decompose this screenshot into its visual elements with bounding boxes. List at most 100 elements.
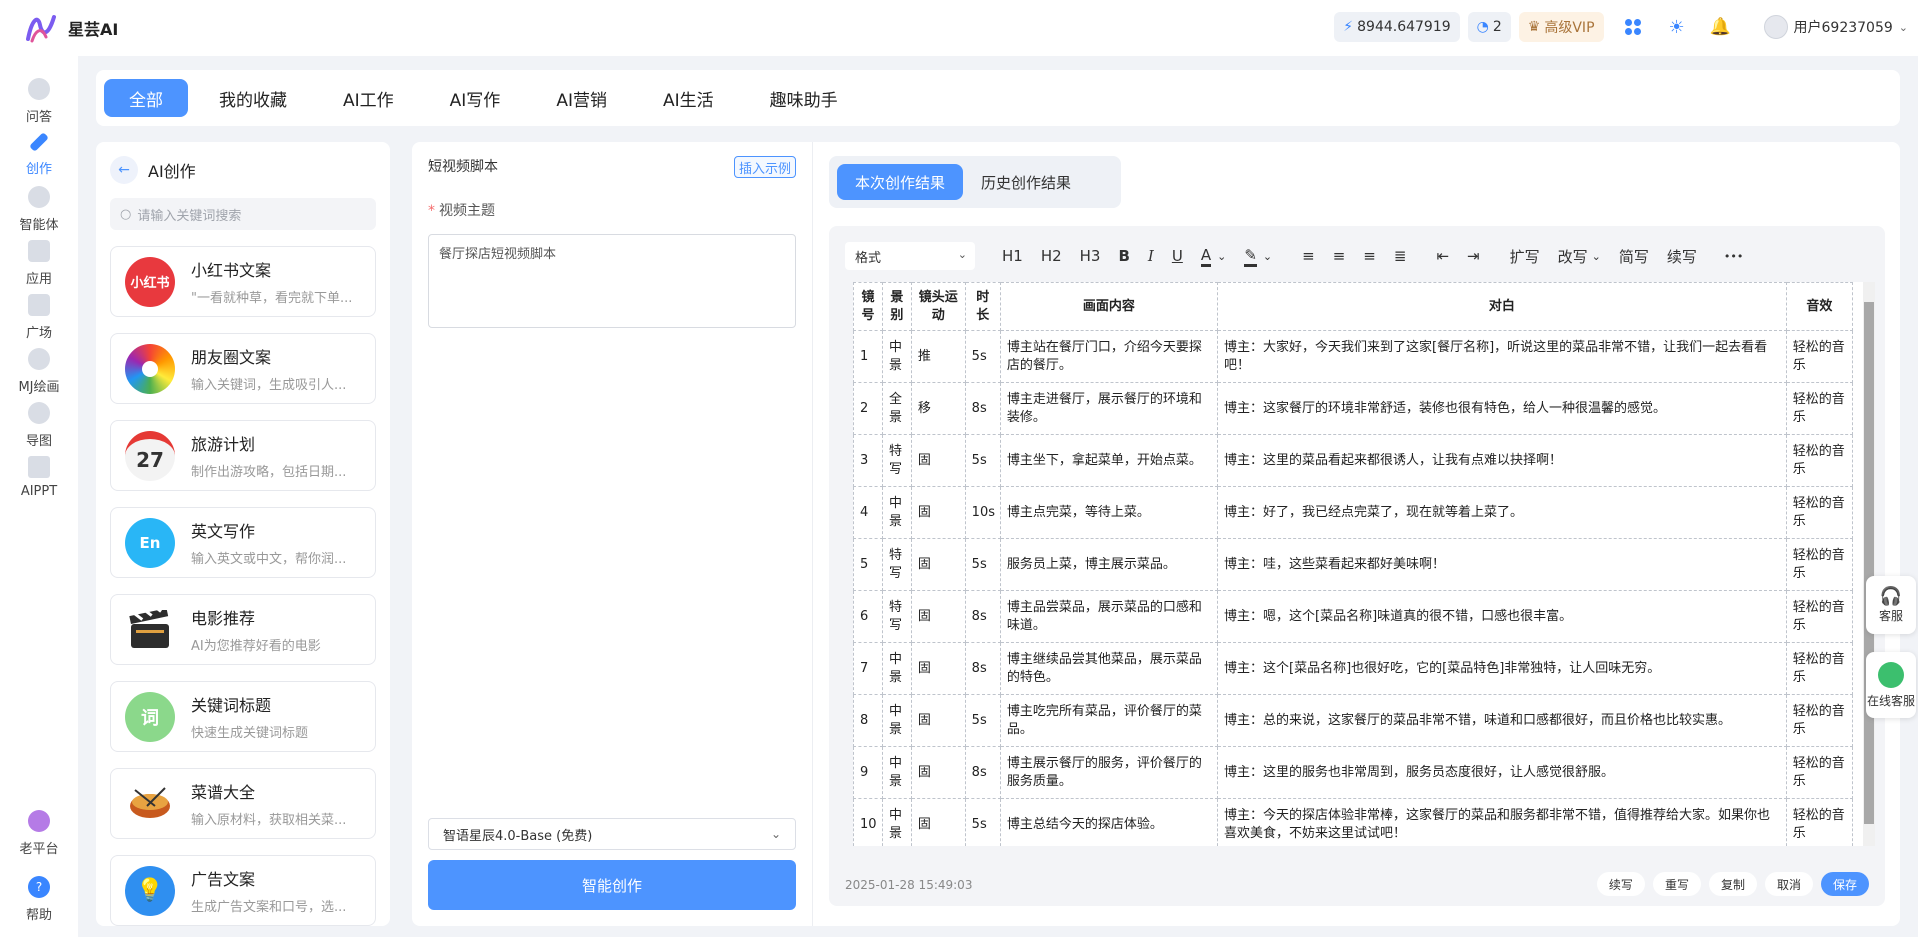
template-card[interactable]: 小红书 小红书文案 "一看就种草，看完就下单... [110,246,376,317]
tab-ai-life[interactable]: AI生活 [638,79,739,117]
nav-square[interactable]: 广场 [0,294,78,341]
back-arrow-icon[interactable]: ← [110,156,138,184]
table-cell[interactable]: 9 [853,746,883,799]
nav-mindmap[interactable]: 导图 [0,402,78,449]
table-cell[interactable]: 5s [964,798,1001,846]
table-cell[interactable]: 5s [964,538,1001,591]
table-cell[interactable]: 5s [964,434,1001,487]
count-chip[interactable]: ◔ 2 [1467,12,1511,42]
model-select[interactable]: 智语星辰4.0-Base (免费) ⌄ [428,818,796,850]
table-cell[interactable]: 博主点完菜，等待上菜。 [999,486,1219,539]
outdent-icon[interactable]: ⇤ [1436,247,1449,265]
table-cell[interactable]: 轻松的音乐 [1785,642,1854,695]
table-cell[interactable]: 博主继续品尝其他菜品，展示菜品的特色。 [999,642,1219,695]
regenerate-button[interactable]: 重写 [1652,872,1701,896]
tab-favorites[interactable]: 我的收藏 [194,79,312,117]
table-cell[interactable]: 8 [853,694,883,747]
table-cell[interactable]: 8s [964,382,1001,435]
generate-button[interactable]: 智能创作 [428,860,796,910]
user-menu[interactable]: 用户69237059 ⌄ [1763,15,1908,39]
logo[interactable]: 星芸AI [24,11,118,45]
table-cell[interactable]: 2 [853,382,883,435]
table-cell[interactable]: 固 [910,694,966,747]
apps-grid-icon[interactable] [1618,12,1648,42]
table-cell[interactable]: 博主吃完所有菜品，评价餐厅的菜品。 [999,694,1219,747]
template-card[interactable]: 朋友圈文案 输入关键词，生成吸引人... [110,333,376,404]
table-cell[interactable]: 特写 [881,590,912,643]
font-color-button[interactable]: A ⌄ [1200,246,1226,267]
table-cell[interactable]: 轻松的音乐 [1785,590,1854,643]
table-cell[interactable]: 博主坐下，拿起菜单，开始点菜。 [999,434,1219,487]
table-cell[interactable]: 博主：这个[菜品名称]也很好吃，它的[菜品特色]非常独特，让人回味无穷。 [1217,642,1787,695]
search-input[interactable]: ○ 请输入关键词搜索 [110,198,376,230]
vip-badge[interactable]: ♛ 高级VIP [1518,12,1604,42]
table-cell[interactable]: 特写 [881,434,912,487]
table-cell[interactable]: 轻松的音乐 [1785,798,1854,846]
table-cell[interactable]: 特写 [881,538,912,591]
table-cell[interactable]: 5 [853,538,883,591]
customer-service-button[interactable]: 🎧 客服 [1866,576,1916,634]
table-cell[interactable]: 博主站在餐厅门口，介绍今天要探店的餐厅。 [999,330,1219,383]
insert-example-button[interactable]: 插入示例 [733,156,796,178]
table-cell[interactable]: 博主：总的来说，这家餐厅的菜品非常不错，味道和口感都很好，而且价格也比较实惠。 [1217,694,1787,747]
table-cell[interactable]: 3 [853,434,883,487]
format-select[interactable]: 格式 ⌄ [845,242,975,270]
table-cell[interactable]: 博主：好了，我已经点完菜了，现在就等着上菜了。 [1217,486,1787,539]
table-cell[interactable]: 固 [910,434,966,487]
table-cell[interactable]: 中景 [881,642,912,695]
table-scrollbar[interactable] [1863,282,1875,846]
table-cell[interactable]: 博主品尝菜品，展示菜品的口感和味道。 [999,590,1219,643]
table-cell[interactable]: 博主总结今天的探店体验。 [999,798,1219,846]
table-cell[interactable]: 中景 [881,746,912,799]
heading2-button[interactable]: H2 [1041,247,1062,265]
expand-button[interactable]: 扩写 [1510,246,1540,267]
table-cell[interactable]: 轻松的音乐 [1785,746,1854,799]
align-right-icon[interactable]: ≡ [1363,247,1376,265]
tab-history-result[interactable]: 历史创作结果 [963,164,1089,200]
table-cell[interactable]: 7 [853,642,883,695]
bold-button[interactable]: B [1118,247,1129,265]
table-cell[interactable]: 5s [964,694,1001,747]
table-cell[interactable]: 固 [910,538,966,591]
align-left-icon[interactable]: ≡ [1302,247,1315,265]
table-cell[interactable]: 移 [910,382,966,435]
nav-create[interactable]: 创作 [0,132,78,177]
tab-current-result[interactable]: 本次创作结果 [837,164,964,200]
table-cell[interactable]: 轻松的音乐 [1785,486,1854,539]
table-cell[interactable]: 博主：今天的探店体验非常棒，这家餐厅的菜品和服务都非常不错，值得推荐给大家。如果… [1217,798,1787,846]
table-cell[interactable]: 4 [853,486,883,539]
continue-button[interactable]: 续写 [1667,246,1697,267]
nav-help[interactable]: ? 帮助 [0,876,78,923]
nav-aippt[interactable]: AIPPT [0,456,78,499]
table-cell[interactable]: 中景 [881,330,912,383]
save-button[interactable]: 保存 [1820,872,1869,896]
theme-sun-icon[interactable]: ☀ [1662,12,1692,42]
table-cell[interactable]: 博主：大家好，今天我们来到了这家[餐厅名称]，听说这里的菜品非常不错，让我们一起… [1217,330,1787,383]
table-cell[interactable]: 博主：这里的服务也非常周到，服务员态度很好，让人感觉很舒服。 [1217,746,1787,799]
nav-qa[interactable]: 问答 [0,78,78,125]
align-center-icon[interactable]: ≡ [1333,247,1346,265]
heading1-button[interactable]: H1 [1002,247,1023,265]
table-cell[interactable]: 10s [964,486,1001,539]
heading3-button[interactable]: H3 [1080,247,1101,265]
tab-ai-work[interactable]: AI工作 [318,79,419,117]
rewrite-button[interactable]: 改写 ⌄ [1558,246,1601,267]
table-cell[interactable]: 服务员上菜，博主展示菜品。 [999,538,1219,591]
table-cell[interactable]: 5s [964,330,1001,383]
table-cell[interactable]: 轻松的音乐 [1785,382,1854,435]
table-cell[interactable]: 中景 [881,486,912,539]
table-cell[interactable]: 固 [910,642,966,695]
table-cell[interactable]: 固 [910,486,966,539]
table-cell[interactable]: 轻松的音乐 [1785,538,1854,591]
notification-bell-icon[interactable]: 🔔 [1706,12,1736,42]
tab-fun-assistant[interactable]: 趣味助手 [745,79,863,117]
template-card[interactable]: 菜谱大全 输入原材料，获取相关菜... [110,768,376,839]
tab-ai-writing[interactable]: AI写作 [425,79,526,117]
template-card[interactable]: 27 旅游计划 制作出游攻略，包括日期... [110,420,376,491]
continue-writing-button[interactable]: 续写 [1596,872,1645,896]
nav-mj-drawing[interactable]: MJ绘画 [0,348,78,395]
table-cell[interactable]: 博主：哇，这些菜看起来都好美味啊！ [1217,538,1787,591]
table-cell[interactable]: 博主展示餐厅的服务，评价餐厅的服务质量。 [999,746,1219,799]
tab-all[interactable]: 全部 [104,79,188,117]
table-cell[interactable]: 全景 [881,382,912,435]
